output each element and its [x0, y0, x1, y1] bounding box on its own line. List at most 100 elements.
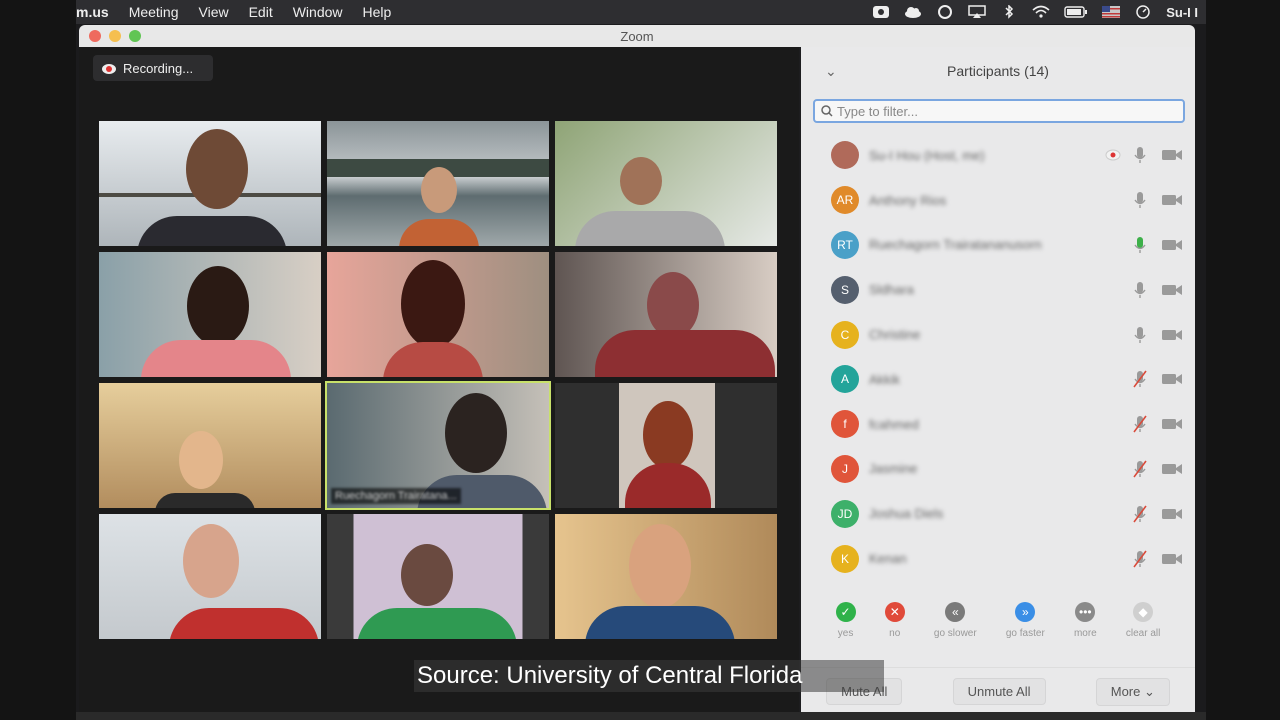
participant-name: Kenan: [869, 551, 907, 567]
participant-row[interactable]: K Kenan: [801, 536, 1195, 581]
video-camera-icon[interactable]: [1161, 193, 1183, 207]
recording-indicator[interactable]: Recording...: [93, 55, 213, 81]
video-tile[interactable]: [327, 121, 549, 246]
more-button[interactable]: More ⌄: [1095, 677, 1170, 706]
video-tile[interactable]: [555, 121, 777, 246]
mic-icon[interactable]: [1133, 236, 1147, 254]
participant-avatar: JD: [831, 499, 859, 528]
mic-icon[interactable]: [1133, 146, 1147, 164]
video-camera-icon[interactable]: [1161, 462, 1183, 476]
cloud-icon[interactable]: [904, 5, 922, 19]
menu-edit[interactable]: Edit: [249, 4, 273, 20]
menu-help[interactable]: Help: [363, 4, 392, 20]
reaction-label: go faster: [1005, 628, 1045, 639]
active-speaker-tile[interactable]: Ruechagorn Trairatana...: [325, 381, 551, 510]
mic-icon[interactable]: [1133, 326, 1147, 344]
collapse-chevron-icon[interactable]: ⌄: [825, 63, 837, 80]
participant-row[interactable]: C Christine: [801, 312, 1195, 357]
mic-muted-icon[interactable]: [1133, 370, 1147, 388]
participant-filter-input[interactable]: Type to filter...: [813, 99, 1185, 123]
participant-name: Jasmine: [869, 461, 918, 477]
mac-menubar: m.us Meeting View Edit Window Help Su-I …: [76, 0, 1206, 24]
menu-meeting[interactable]: Meeting: [129, 4, 179, 20]
participant-row[interactable]: A Akkik: [801, 357, 1195, 402]
video-tile[interactable]: [555, 383, 777, 508]
video-tile[interactable]: [327, 514, 549, 639]
participant-row[interactable]: JD Joshua Diels: [801, 491, 1195, 536]
reaction-go-faster-button[interactable]: » go faster: [1006, 602, 1045, 639]
mic-icon[interactable]: [1133, 281, 1147, 299]
recording-label: Recording...: [123, 60, 194, 76]
clock-icon[interactable]: [1134, 5, 1152, 19]
video-camera-icon[interactable]: [1161, 148, 1183, 162]
video-tile[interactable]: [555, 514, 777, 639]
participants-header: ⌄ Participants (14): [801, 47, 1195, 95]
reaction-go-slower-button[interactable]: « go slower: [934, 602, 977, 639]
video-tile[interactable]: [555, 252, 777, 377]
reaction-icon: ✕: [884, 602, 905, 622]
participant-name: Akkik: [869, 371, 901, 387]
camera-status-icon[interactable]: [872, 5, 890, 19]
participant-list: Su-I Hou (Host, me) AR Anthony Rios RT Ruech…: [801, 133, 1195, 581]
reaction-label: go slower: [933, 628, 977, 639]
airplay-icon[interactable]: [968, 5, 986, 19]
mic-muted-icon[interactable]: [1133, 550, 1147, 568]
nonverbal-feedback-bar: ✓ yes ✕ no « go slower » go faster ••• more ◆ clear…: [801, 602, 1195, 639]
reaction-more-button[interactable]: ••• more: [1074, 602, 1097, 639]
us-flag-icon[interactable]: [1102, 5, 1121, 19]
participant-avatar: RT: [831, 230, 859, 259]
background-window-strip: [76, 712, 1206, 720]
reaction-icon: «: [945, 602, 966, 622]
battery-icon[interactable]: [1064, 5, 1088, 19]
participants-panel: ⌄ Participants (14) Type to filter... Su…: [801, 47, 1195, 715]
participants-title: Participants (14): [947, 63, 1049, 79]
menu-app[interactable]: m.us: [76, 4, 109, 20]
participant-row[interactable]: f fcahmed: [801, 402, 1195, 447]
reaction-clear-all-button[interactable]: ◆ clear all: [1126, 602, 1160, 639]
video-tile[interactable]: [327, 252, 549, 377]
source-caption: Source: University of Central Florida: [414, 660, 884, 692]
video-tile[interactable]: [99, 514, 321, 639]
reaction-no-button[interactable]: ✕ no: [884, 602, 905, 639]
sync-icon[interactable]: [936, 5, 954, 19]
video-camera-icon[interactable]: [1161, 417, 1183, 431]
reaction-icon: ◆: [1133, 602, 1154, 622]
reaction-yes-button[interactable]: ✓ yes: [835, 602, 856, 639]
menubar-user[interactable]: Su-I I: [1166, 5, 1198, 20]
menu-view[interactable]: View: [199, 4, 229, 20]
participant-row[interactable]: AR Anthony Rios: [801, 178, 1195, 223]
participant-row[interactable]: S Sldhara: [801, 267, 1195, 312]
window-titlebar[interactable]: Zoom: [79, 25, 1195, 47]
unmute-all-button[interactable]: Unmute All: [952, 678, 1046, 705]
video-camera-icon[interactable]: [1161, 283, 1183, 297]
window-title: Zoom: [620, 28, 654, 44]
participant-row[interactable]: RT Ruechagorn Trairatananusorn: [801, 223, 1195, 268]
participant-avatar: K: [831, 544, 859, 573]
video-camera-icon[interactable]: [1161, 328, 1183, 342]
wifi-icon[interactable]: [1032, 5, 1050, 19]
video-camera-icon[interactable]: [1161, 552, 1183, 566]
participant-name: Su-I Hou (Host, me): [869, 147, 985, 163]
participant-avatar: S: [831, 275, 859, 304]
bluetooth-icon[interactable]: [1000, 5, 1018, 19]
participant-row[interactable]: Su-I Hou (Host, me): [801, 133, 1195, 178]
participant-name: fcahmed: [869, 416, 919, 432]
video-tile[interactable]: [99, 252, 321, 377]
video-tile[interactable]: [99, 383, 321, 508]
video-camera-icon[interactable]: [1161, 372, 1183, 386]
screen: m.us Meeting View Edit Window Help Su-I …: [76, 0, 1206, 720]
participant-name: Joshua Diels: [869, 506, 944, 522]
mic-muted-icon[interactable]: [1133, 505, 1147, 523]
mic-muted-icon[interactable]: [1133, 460, 1147, 478]
mic-icon[interactable]: [1133, 191, 1147, 209]
menu-window[interactable]: Window: [293, 4, 343, 20]
video-tile[interactable]: [99, 121, 321, 246]
video-camera-icon[interactable]: [1161, 238, 1183, 252]
video-camera-icon[interactable]: [1161, 507, 1183, 521]
participant-name: Anthony Rios: [869, 192, 947, 208]
participant-name: Christine: [869, 327, 921, 343]
mic-muted-icon[interactable]: [1133, 415, 1147, 433]
participant-name: Ruechagorn Trairatananusorn: [869, 237, 1042, 253]
speaker-name-tag: Ruechagorn Trairatana...: [331, 488, 461, 504]
participant-row[interactable]: J Jasmine: [801, 447, 1195, 492]
